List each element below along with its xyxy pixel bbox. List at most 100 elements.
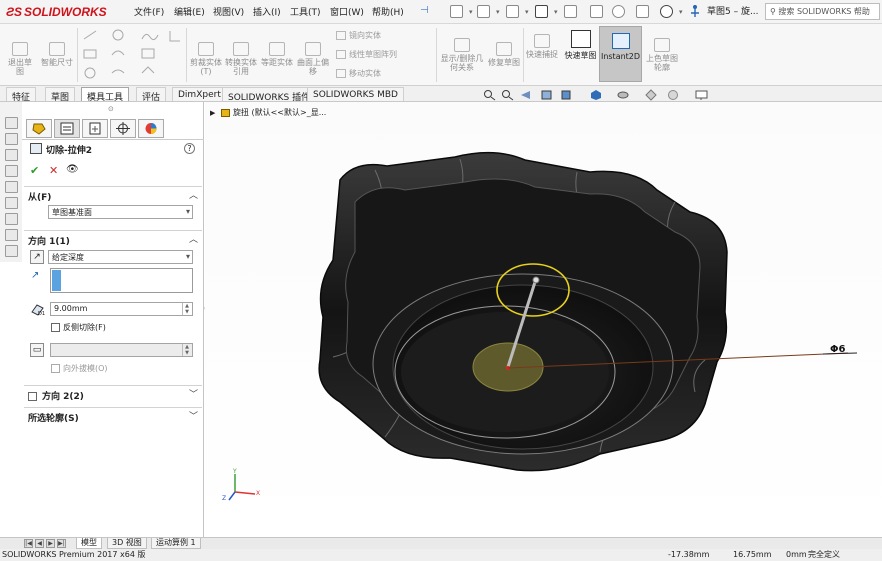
file-explorer-icon[interactable] <box>5 149 18 161</box>
instant2d-button[interactable]: Instant2D <box>599 26 642 82</box>
menu-view[interactable]: 视图(V) <box>213 5 244 19</box>
exit-sketch-button[interactable]: 退出草图 <box>5 42 35 76</box>
preview-eye-icon[interactable]: 👁 <box>66 164 79 175</box>
print-icon[interactable] <box>535 5 548 18</box>
menu-file[interactable]: 文件(F) <box>134 5 164 19</box>
configuration-manager-tab[interactable] <box>82 119 108 138</box>
repair-sketch-button[interactable]: 修复草图 <box>488 42 520 67</box>
draft-angle-input[interactable]: ▲ ▼ <box>50 343 193 357</box>
forum-icon[interactable] <box>5 213 18 225</box>
pin-icon[interactable]: ⊣ <box>420 5 429 16</box>
tab-evaluate[interactable]: 评估 <box>136 87 167 103</box>
shaded-sketch-contours-button[interactable]: 上色草图轮廓 <box>645 38 679 72</box>
custom-properties-icon[interactable] <box>5 197 18 209</box>
apply-scene-icon[interactable] <box>667 89 680 101</box>
end-condition-dropdown[interactable]: 给定深度 ▾ <box>48 250 193 264</box>
direction2-section-header[interactable]: 方向 2(2) ﹀ <box>24 385 202 402</box>
tab-sketch[interactable]: 草图 <box>45 87 76 103</box>
chevron-down-icon[interactable]: ▾ <box>493 7 500 21</box>
appearances-icon[interactable] <box>5 181 18 193</box>
save-icon[interactable] <box>506 5 519 18</box>
dimxpert-manager-tab[interactable] <box>110 119 136 138</box>
tab-solidworks-addins[interactable]: SOLIDWORKS 插件 <box>222 87 317 103</box>
tab-solidworks-mbd[interactable]: SOLIDWORKS MBD <box>307 87 404 101</box>
help-icon[interactable]: ? <box>184 143 195 154</box>
model-view[interactable] <box>205 102 882 537</box>
display-manager-tab[interactable] <box>138 119 164 138</box>
show-relations-button[interactable]: 显示/删除几何关系 <box>440 38 484 72</box>
open-icon[interactable] <box>477 5 490 18</box>
cancel-button[interactable]: ✕ <box>49 164 58 177</box>
chevron-down-icon[interactable]: ▾ <box>676 7 683 21</box>
quick-snaps-button[interactable]: 快速捕捉 <box>526 34 558 59</box>
smart-dimension-button[interactable]: 智能尺寸 <box>40 42 74 67</box>
spin-arrows-icon[interactable]: ▲ ▼ <box>182 344 191 356</box>
offset-on-surface-button[interactable]: 曲面上偏移 <box>296 42 330 76</box>
new-doc-icon[interactable] <box>450 5 463 18</box>
linear-pattern-button[interactable]: 线性草图阵列 <box>336 49 397 60</box>
tab-dimxpert[interactable]: DimXpert <box>172 87 227 101</box>
tab-3d-views[interactable]: 3D 视图 <box>107 538 147 549</box>
view-settings-icon[interactable] <box>695 89 708 101</box>
feature-manager-tab[interactable] <box>26 119 52 138</box>
extrude-handle-tip[interactable] <box>532 276 540 284</box>
solidworks-logo[interactable]: ƧS SOLIDWORKS <box>6 4 107 20</box>
section-view-icon[interactable] <box>540 89 553 101</box>
property-manager-tab[interactable] <box>54 119 80 138</box>
dimension-label[interactable]: Φ6 <box>830 344 845 355</box>
move-entities-button[interactable]: 移动实体 <box>336 68 381 79</box>
first-tab-icon[interactable]: |◀ <box>24 539 33 548</box>
zoom-area-icon[interactable] <box>501 89 514 101</box>
resources-icon[interactable] <box>5 117 18 129</box>
toolbox-icon[interactable] <box>5 229 18 241</box>
direction2-checkbox[interactable] <box>28 392 37 401</box>
edit-appearance-icon[interactable] <box>645 89 658 101</box>
ok-button[interactable]: ✔ <box>30 164 39 177</box>
menu-tools[interactable]: 工具(T) <box>290 5 321 19</box>
flip-side-checkbox[interactable] <box>51 323 60 332</box>
next-tab-icon[interactable]: ▶ <box>46 539 55 548</box>
previous-view-icon[interactable] <box>519 89 532 101</box>
selected-contours-header[interactable]: 所选轮廓(S) ﹀ <box>24 407 202 424</box>
direction1-section-header[interactable]: 方向 1(1) ︿ <box>24 230 202 247</box>
from-section-header[interactable]: 从(F) ︿ <box>24 186 202 203</box>
from-dropdown[interactable]: 草图基准面 ▾ <box>48 205 193 219</box>
sketch-entity-tools[interactable] <box>82 29 182 81</box>
display-style-icon[interactable] <box>590 89 603 101</box>
search-input[interactable]: ⚲ 搜索 SOLIDWORKS 帮助 <box>765 3 880 20</box>
select-icon[interactable] <box>612 5 625 18</box>
last-tab-icon[interactable]: ▶| <box>57 539 66 548</box>
undo-icon[interactable] <box>564 5 577 18</box>
chevron-down-icon[interactable]: ▾ <box>466 7 473 21</box>
draft-outward-checkbox[interactable] <box>51 364 60 373</box>
convert-entities-button[interactable]: 转换实体引用 <box>224 42 258 76</box>
rebuild-icon[interactable] <box>636 5 649 18</box>
draft-icon[interactable]: ▭ <box>30 343 44 357</box>
pointer-icon[interactable] <box>689 4 701 18</box>
zoom-to-fit-icon[interactable] <box>483 89 496 101</box>
tab-motion-study[interactable]: 运动算例 1 <box>151 538 201 549</box>
tab-features[interactable]: 特征 <box>6 87 37 103</box>
menu-help[interactable]: 帮助(H) <box>372 5 404 19</box>
rapid-sketch-button[interactable]: 快速草图 <box>563 26 598 82</box>
gear-icon[interactable] <box>660 5 673 18</box>
view-palette-icon[interactable] <box>5 165 18 177</box>
view-orientation-icon[interactable] <box>560 89 573 101</box>
tab-model[interactable]: 模型 <box>76 538 102 549</box>
mirror-entities-button[interactable]: 镜向实体 <box>336 30 381 41</box>
offset-entities-button[interactable]: 等距实体 <box>260 42 294 67</box>
tab-mold-tools[interactable]: 模具工具 <box>81 87 130 103</box>
panel-grip-icon[interactable]: ⊙ <box>108 105 114 113</box>
direction-selection-box[interactable] <box>50 268 193 293</box>
menu-edit[interactable]: 编辑(E) <box>174 5 205 19</box>
spin-arrows-icon[interactable]: ▲ ▼ <box>182 303 191 315</box>
menu-window[interactable]: 窗口(W) <box>330 5 364 19</box>
design-library-icon[interactable] <box>5 133 18 145</box>
depth-input[interactable]: 9.00mm ▲ ▼ <box>50 302 193 316</box>
3d-content-icon[interactable] <box>5 245 18 257</box>
prev-tab-icon[interactable]: ◀ <box>35 539 44 548</box>
reverse-direction-icon[interactable]: ↗ <box>30 250 44 264</box>
chevron-down-icon[interactable]: ▾ <box>522 7 529 21</box>
menu-insert[interactable]: 插入(I) <box>253 5 281 19</box>
redo-icon[interactable] <box>590 5 603 18</box>
